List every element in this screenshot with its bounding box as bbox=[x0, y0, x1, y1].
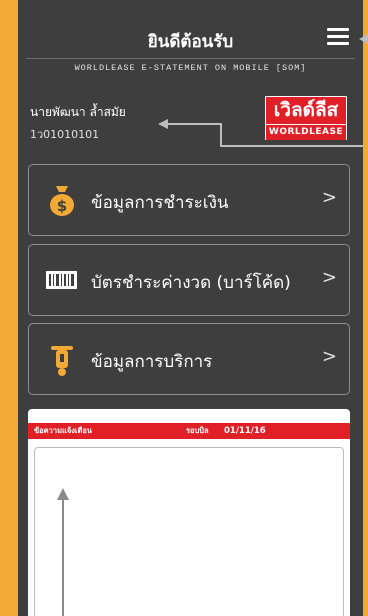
notification-card: ข้อความแจ้งเตือน รอบบิล 01/11/16 bbox=[28, 409, 350, 616]
menu-item-label: ข้อมูลการชำระเงิน bbox=[91, 193, 229, 213]
device-frame: ยินดีต้อนรับ WORLDLEASE E-STATEMENT ON M… bbox=[0, 0, 368, 616]
annotation-arrow-icon bbox=[158, 119, 168, 129]
user-code: 1ว01010101 bbox=[30, 128, 100, 141]
user-name: นายพัฒนา ล้ำสมัย bbox=[30, 105, 126, 119]
annotation-line bbox=[220, 123, 222, 145]
header-divider bbox=[26, 58, 355, 59]
hamburger-menu-icon[interactable] bbox=[327, 28, 349, 46]
menu-item-label: ข้อมูลการบริการ bbox=[91, 352, 213, 372]
annotation-line bbox=[168, 123, 220, 125]
svg-text:$: $ bbox=[57, 197, 67, 215]
billing-period-date: 01/11/16 bbox=[224, 426, 266, 436]
menu-item-barcode-card[interactable]: บัตรชำระค่างวด (บาร์โค้ด) > bbox=[28, 244, 350, 316]
annotation-line bbox=[220, 145, 363, 147]
menu-item-payment-info[interactable]: $ ข้อมูลการชำระเงิน > bbox=[28, 164, 350, 236]
annotation-arrow-icon bbox=[359, 34, 368, 44]
logo-english-text: WORLDLEASE bbox=[266, 124, 346, 140]
annotation-line bbox=[62, 500, 64, 616]
worldlease-logo: เวิลด์ลีส WORLDLEASE bbox=[265, 96, 347, 140]
annotation-arrow-up-icon bbox=[57, 488, 69, 500]
money-bag-icon: $ bbox=[50, 186, 74, 216]
header: ยินดีต้อนรับ WORLDLEASE E-STATEMENT ON M… bbox=[18, 0, 363, 73]
app-subtitle: WORLDLEASE E-STATEMENT ON MOBILE [SOM] bbox=[74, 63, 307, 73]
scooter-icon bbox=[51, 346, 73, 376]
app-screen: ยินดีต้อนรับ WORLDLEASE E-STATEMENT ON M… bbox=[18, 0, 363, 616]
menu-item-service-info[interactable]: ข้อมูลการบริการ > bbox=[28, 323, 350, 395]
billing-period-label: รอบบิล bbox=[186, 426, 209, 435]
chevron-right-icon: > bbox=[321, 187, 337, 208]
notification-header-label: ข้อความแจ้งเตือน bbox=[34, 426, 92, 435]
barcode-icon bbox=[46, 271, 77, 289]
menu-item-label: บัตรชำระค่างวด (บาร์โค้ด) bbox=[91, 273, 291, 293]
notification-message-box[interactable] bbox=[34, 447, 344, 616]
notification-header-bar: ข้อความแจ้งเตือน รอบบิล 01/11/16 bbox=[28, 423, 350, 439]
chevron-right-icon: > bbox=[321, 267, 337, 288]
chevron-right-icon: > bbox=[321, 346, 337, 367]
page-title: ยินดีต้อนรับ bbox=[147, 32, 234, 52]
logo-thai-text: เวิลด์ลีส bbox=[266, 97, 346, 124]
